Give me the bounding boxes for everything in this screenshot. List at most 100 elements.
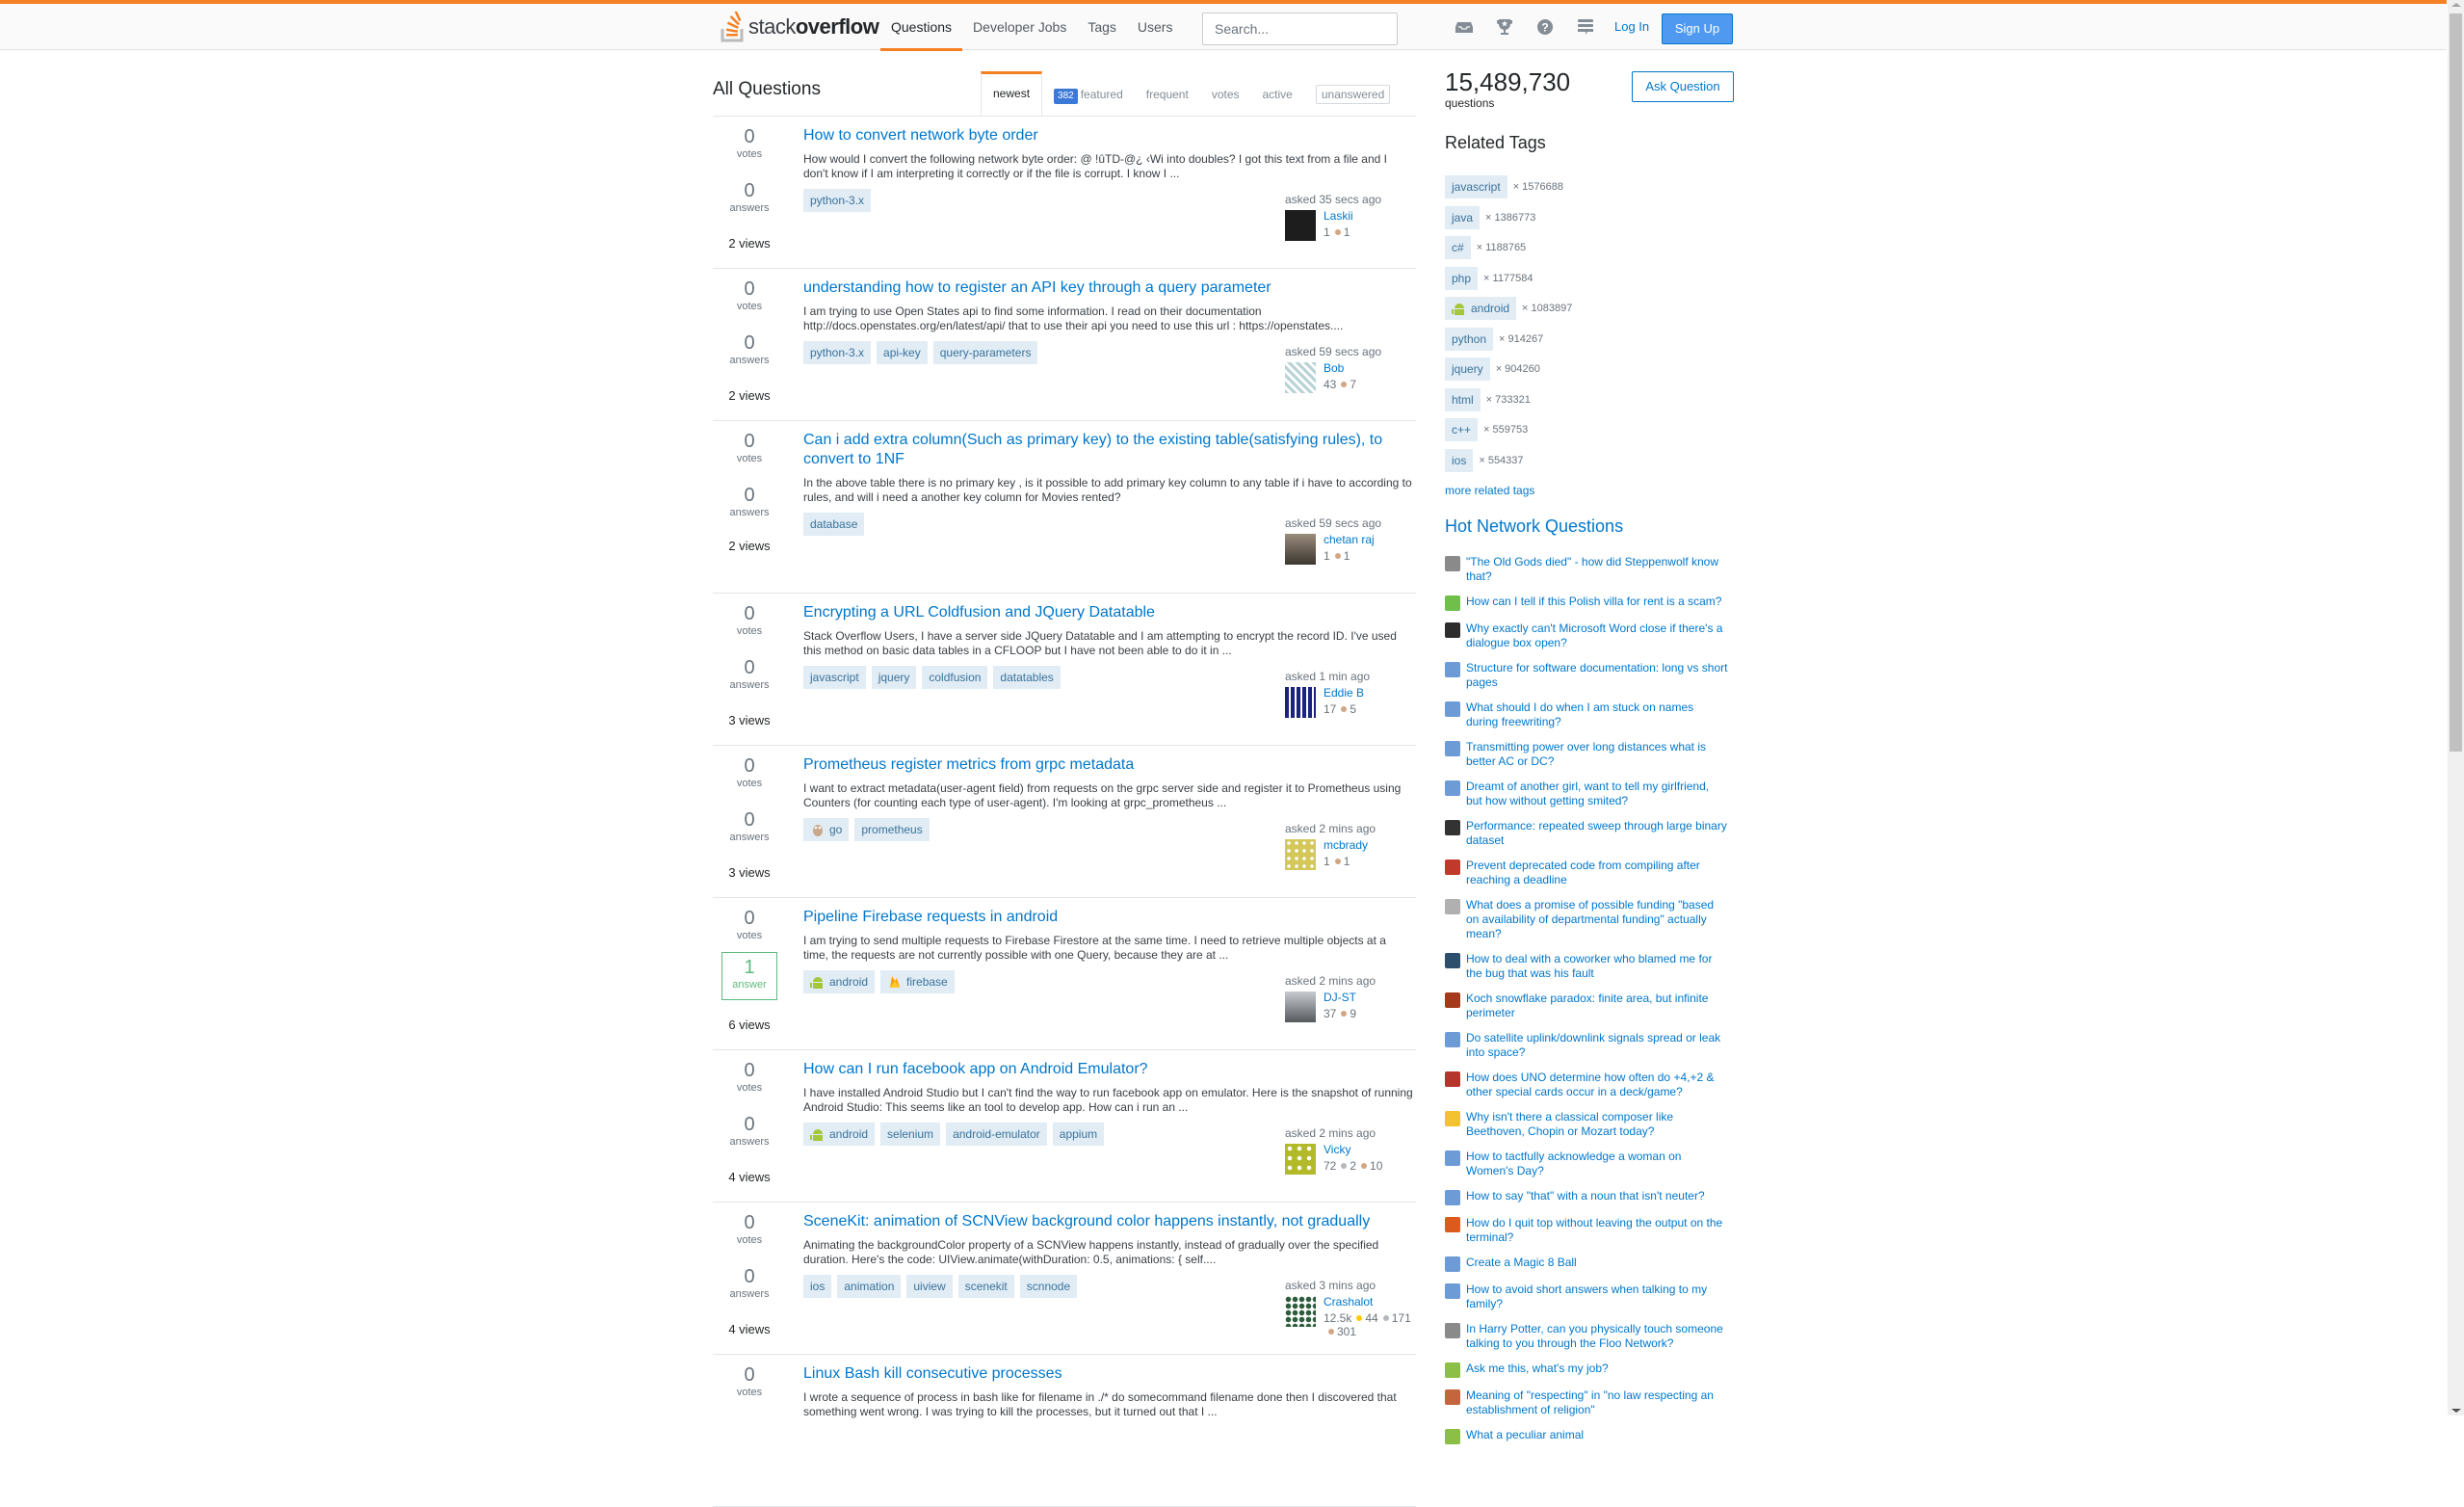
user-avatar[interactable] bbox=[1285, 362, 1316, 393]
hot-question-link[interactable]: Do satellite uplink/downlink signals spr… bbox=[1466, 1031, 1728, 1060]
search-input[interactable] bbox=[1202, 13, 1398, 45]
tag-ios[interactable]: ios bbox=[803, 1275, 832, 1298]
tag-prometheus[interactable]: prometheus bbox=[854, 818, 930, 841]
hot-question-link[interactable]: Meaning of "respecting" in "no law respe… bbox=[1466, 1388, 1728, 1417]
user-name-link[interactable]: DJ-ST bbox=[1324, 991, 1356, 1004]
hot-question-link[interactable]: How does UNO determine how often do +4,+… bbox=[1466, 1071, 1728, 1099]
question-title-link[interactable]: Linux Bash kill consecutive processes bbox=[803, 1364, 1414, 1384]
related-tag-jquery[interactable]: jquery bbox=[1445, 357, 1490, 381]
hot-question-link[interactable]: Dreamt of another girl, want to tell my … bbox=[1466, 780, 1728, 808]
question-title-link[interactable]: Prometheus register metrics from grpc me… bbox=[803, 755, 1414, 775]
tag-firebase[interactable]: firebase bbox=[880, 970, 955, 993]
hot-question-link[interactable]: What should I do when I am stuck on name… bbox=[1466, 701, 1728, 729]
page-scrollbar[interactable] bbox=[2448, 0, 2464, 1415]
hot-question-link[interactable]: Ask me this, what's my job? bbox=[1466, 1362, 1728, 1378]
related-tag-php[interactable]: php bbox=[1445, 266, 1479, 290]
tag-scnnode[interactable]: scnnode bbox=[1019, 1275, 1078, 1298]
question-title-link[interactable]: Can i add extra column(Such as primary k… bbox=[803, 431, 1414, 469]
question-title-link[interactable]: Encrypting a URL Coldfusion and JQuery D… bbox=[803, 603, 1414, 622]
tag-scenekit[interactable]: scenekit bbox=[957, 1275, 1014, 1298]
tag-coldfusion[interactable]: coldfusion bbox=[922, 666, 988, 689]
tag-query-parameters[interactable]: query-parameters bbox=[932, 341, 1038, 364]
tag-go[interactable]: go bbox=[803, 818, 850, 841]
site-switcher-icon[interactable] bbox=[1576, 17, 1595, 37]
stackoverflow-logo[interactable]: stackoverflow bbox=[721, 10, 879, 44]
hot-question-link[interactable]: How to deal with a coworker who blamed m… bbox=[1466, 952, 1728, 981]
question-title-link[interactable]: How can I run facebook app on Android Em… bbox=[803, 1060, 1414, 1079]
question-title-link[interactable]: How to convert network byte order bbox=[803, 126, 1414, 145]
tab-frequent[interactable]: frequent bbox=[1135, 73, 1200, 116]
tag-android-emulator[interactable]: android-emulator bbox=[946, 1123, 1047, 1146]
hot-question-link[interactable]: "The Old Gods died" - how did Steppenwol… bbox=[1466, 555, 1728, 584]
hot-network-questions-title[interactable]: Hot Network Questions bbox=[1445, 516, 1623, 537]
more-related-tags-link[interactable]: more related tags bbox=[1445, 484, 1534, 497]
hot-question-link[interactable]: How can I tell if this Polish villa for … bbox=[1466, 595, 1728, 611]
scrollbar-thumb[interactable] bbox=[2450, 13, 2462, 752]
related-tag-java[interactable]: java bbox=[1445, 205, 1481, 229]
related-tag-javascript[interactable]: javascript bbox=[1445, 175, 1507, 198]
nav-tags[interactable]: Tags bbox=[1077, 4, 1127, 50]
hot-question-link[interactable]: Structure for software documentation: lo… bbox=[1466, 661, 1728, 690]
tab-unanswered[interactable]: unanswered bbox=[1304, 73, 1402, 116]
tag-uiview[interactable]: uiview bbox=[906, 1275, 953, 1298]
question-title-link[interactable]: understanding how to register an API key… bbox=[803, 278, 1414, 298]
login-link[interactable]: Log In bbox=[1614, 19, 1649, 34]
hot-question-link[interactable]: In Harry Potter, can you physically touc… bbox=[1466, 1322, 1728, 1351]
tag-python-3.x[interactable]: python-3.x bbox=[803, 189, 872, 212]
related-tag-html[interactable]: html bbox=[1445, 387, 1481, 411]
tab-active[interactable]: active bbox=[1251, 73, 1304, 116]
hot-question-link[interactable]: Create a Magic 8 Ball bbox=[1466, 1256, 1728, 1272]
user-avatar[interactable] bbox=[1285, 210, 1316, 241]
nav-developer-jobs[interactable]: Developer Jobs bbox=[962, 4, 1077, 50]
tag-animation[interactable]: animation bbox=[837, 1275, 902, 1298]
tag-jquery[interactable]: jquery bbox=[871, 666, 917, 689]
user-name-link[interactable]: Vicky bbox=[1324, 1143, 1350, 1156]
achievements-trophy-icon[interactable] bbox=[1495, 17, 1514, 37]
inbox-icon[interactable] bbox=[1455, 17, 1474, 37]
hot-question-link[interactable]: What a peculiar animal bbox=[1466, 1428, 1728, 1444]
user-avatar[interactable] bbox=[1285, 991, 1316, 1022]
signup-button[interactable]: Sign Up bbox=[1662, 13, 1733, 44]
tag-datatables[interactable]: datatables bbox=[993, 666, 1061, 689]
scroll-down-arrow-icon[interactable] bbox=[2451, 1409, 2461, 1413]
user-name-link[interactable]: Laskii bbox=[1324, 209, 1353, 223]
question-title-link[interactable]: Pipeline Firebase requests in android bbox=[803, 908, 1414, 927]
hot-question-link[interactable]: How to tactfully acknowledge a woman on … bbox=[1466, 1150, 1728, 1178]
related-tag-c++[interactable]: c++ bbox=[1445, 418, 1479, 441]
hot-question-link[interactable]: Performance: repeated sweep through larg… bbox=[1466, 819, 1728, 848]
hot-question-link[interactable]: How to avoid short answers when talking … bbox=[1466, 1282, 1728, 1311]
user-name-link[interactable]: Eddie B bbox=[1324, 686, 1364, 700]
hot-question-link[interactable]: Why exactly can't Microsoft Word close i… bbox=[1466, 621, 1728, 650]
tab-featured[interactable]: 382 featured bbox=[1042, 73, 1135, 116]
user-name-link[interactable]: chetan raj bbox=[1324, 533, 1375, 546]
user-avatar[interactable] bbox=[1285, 687, 1316, 718]
tab-newest[interactable]: newest bbox=[981, 71, 1043, 116]
hot-question-link[interactable]: Transmitting power over long distances w… bbox=[1466, 740, 1728, 769]
related-tag-python[interactable]: python bbox=[1445, 327, 1494, 351]
related-tag-ios[interactable]: ios bbox=[1445, 448, 1474, 472]
related-tag-android[interactable]: android bbox=[1445, 297, 1517, 320]
tag-database[interactable]: database bbox=[803, 513, 865, 536]
tag-selenium[interactable]: selenium bbox=[880, 1123, 941, 1146]
tag-api-key[interactable]: api-key bbox=[877, 341, 928, 364]
user-avatar[interactable] bbox=[1285, 839, 1316, 870]
nav-users[interactable]: Users bbox=[1127, 4, 1184, 50]
related-tag-c#[interactable]: c# bbox=[1445, 236, 1471, 259]
nav-questions[interactable]: Questions bbox=[880, 4, 963, 51]
tag-python-3.x[interactable]: python-3.x bbox=[803, 341, 872, 364]
tab-votes[interactable]: votes bbox=[1200, 73, 1251, 116]
help-icon[interactable]: ? bbox=[1535, 17, 1555, 37]
question-title-link[interactable]: SceneKit: animation of SCNView backgroun… bbox=[803, 1212, 1414, 1231]
tag-android[interactable]: android bbox=[803, 1123, 876, 1146]
user-avatar[interactable] bbox=[1285, 1296, 1316, 1327]
hot-question-link[interactable]: How do I quit top without leaving the ou… bbox=[1466, 1216, 1728, 1245]
ask-question-button[interactable]: Ask Question bbox=[1632, 71, 1734, 102]
tag-android[interactable]: android bbox=[803, 970, 876, 993]
hot-question-link[interactable]: Koch snowflake paradox: finite area, but… bbox=[1466, 991, 1728, 1020]
hot-question-link[interactable]: What does a promise of possible funding … bbox=[1466, 898, 1728, 941]
hot-question-link[interactable]: Why isn't there a classical composer lik… bbox=[1466, 1110, 1728, 1139]
hot-question-link[interactable]: How to say "that" with a noun that isn't… bbox=[1466, 1189, 1728, 1205]
hot-question-link[interactable]: Prevent deprecated code from compiling a… bbox=[1466, 859, 1728, 887]
scroll-up-arrow-icon[interactable] bbox=[2451, 3, 2461, 7]
tag-javascript[interactable]: javascript bbox=[803, 666, 866, 689]
